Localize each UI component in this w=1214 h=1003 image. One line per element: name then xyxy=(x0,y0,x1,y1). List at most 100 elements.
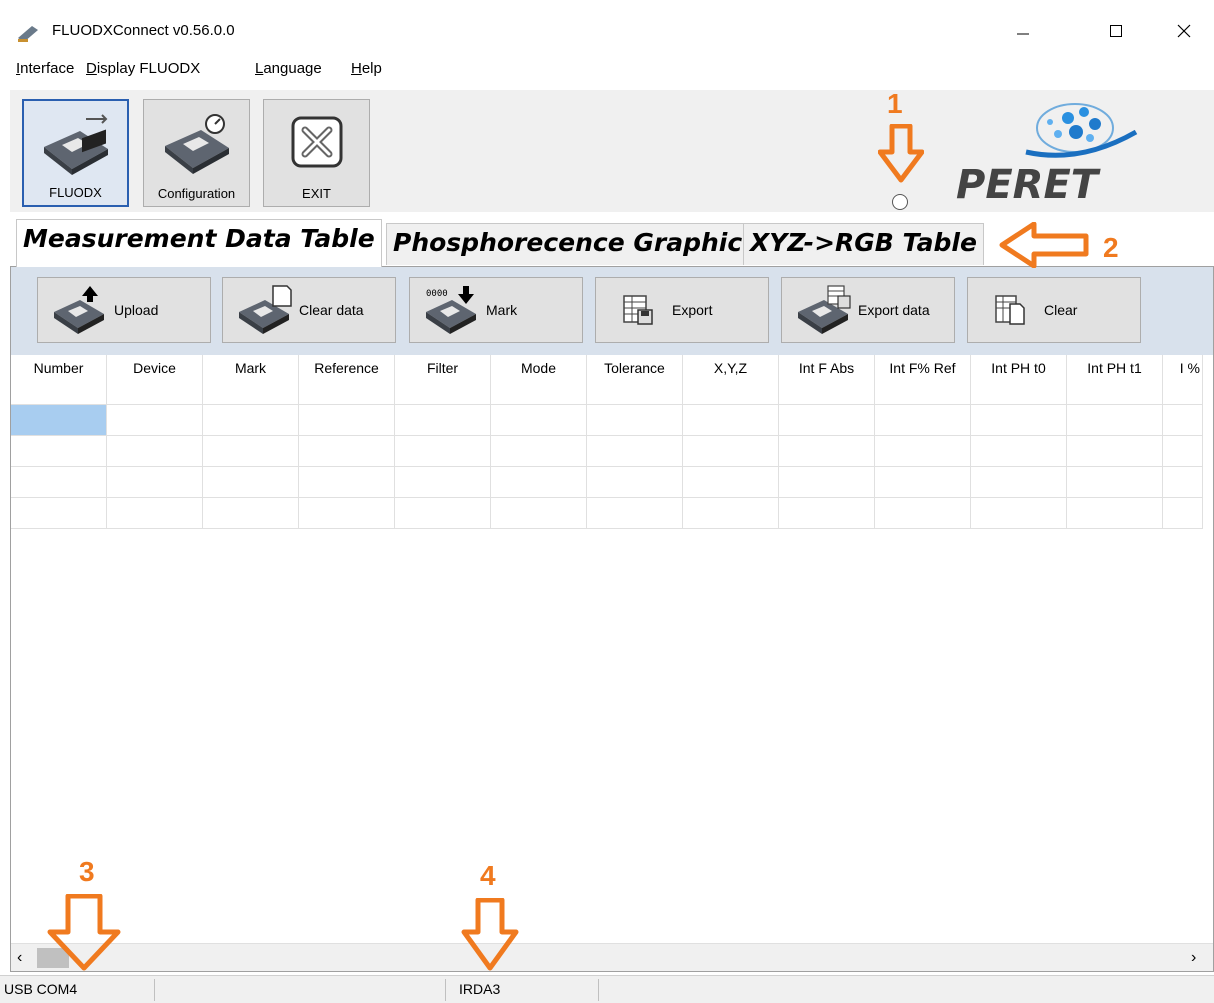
export-button[interactable]: Export xyxy=(595,277,769,343)
scroll-right-arrow-icon[interactable]: › xyxy=(1191,949,1207,967)
table-cell[interactable] xyxy=(299,498,395,529)
table-cell[interactable] xyxy=(779,436,875,467)
tab-xyz-rgb-table[interactable]: XYZ->RGB Table xyxy=(743,223,984,265)
table-cell[interactable] xyxy=(587,467,683,498)
table-cell[interactable] xyxy=(875,436,971,467)
table-cell[interactable] xyxy=(1067,498,1163,529)
table-cell[interactable] xyxy=(1163,436,1203,467)
table-cell[interactable] xyxy=(971,405,1067,436)
column-header-number[interactable]: Number xyxy=(11,355,107,405)
gauge-device-icon xyxy=(164,114,229,174)
table-cell[interactable] xyxy=(395,436,491,467)
table-cell[interactable] xyxy=(11,467,107,498)
table-cell[interactable] xyxy=(587,436,683,467)
fluodx-button[interactable]: FLUODX xyxy=(22,99,129,207)
table-cell[interactable] xyxy=(875,467,971,498)
table-cell[interactable] xyxy=(683,436,779,467)
table-cell[interactable] xyxy=(11,405,107,436)
table-cell[interactable] xyxy=(299,405,395,436)
export-data-button-label: Export data xyxy=(858,302,930,318)
table-cell[interactable] xyxy=(1067,405,1163,436)
table-cell[interactable] xyxy=(971,436,1067,467)
table-cell[interactable] xyxy=(491,498,587,529)
table-cell[interactable] xyxy=(107,467,203,498)
table-cell[interactable] xyxy=(971,498,1067,529)
table-cell[interactable] xyxy=(1067,467,1163,498)
close-button[interactable] xyxy=(1161,14,1207,48)
table-cell[interactable] xyxy=(1067,436,1163,467)
table-cell[interactable] xyxy=(875,405,971,436)
column-header-partial[interactable]: I % xyxy=(1163,355,1203,405)
table-cell[interactable] xyxy=(587,498,683,529)
table-cell[interactable] xyxy=(491,467,587,498)
table-cell[interactable] xyxy=(779,405,875,436)
table-cell[interactable] xyxy=(1163,467,1203,498)
measurement-data-grid[interactable]: Number Device Mark Reference Filter Mode… xyxy=(11,355,1213,943)
export-button-label: Export xyxy=(672,302,713,318)
table-cell[interactable] xyxy=(203,498,299,529)
column-header-int-f-abs[interactable]: Int F Abs xyxy=(779,355,875,405)
table-cell[interactable] xyxy=(299,436,395,467)
table-cell[interactable] xyxy=(203,436,299,467)
upload-device-icon xyxy=(48,282,112,338)
table-cell[interactable] xyxy=(203,405,299,436)
clear-button[interactable]: Clear xyxy=(967,277,1141,343)
table-cell[interactable] xyxy=(779,467,875,498)
table-row[interactable] xyxy=(11,405,1203,436)
status-separator xyxy=(598,979,599,1001)
table-cell[interactable] xyxy=(203,467,299,498)
column-header-filter[interactable]: Filter xyxy=(395,355,491,405)
table-cell[interactable] xyxy=(683,467,779,498)
upload-button[interactable]: Upload xyxy=(37,277,211,343)
table-cell[interactable] xyxy=(107,498,203,529)
scroll-left-arrow-icon[interactable]: ‹ xyxy=(17,949,33,967)
column-header-mark[interactable]: Mark xyxy=(203,355,299,405)
column-header-int-ph-t0[interactable]: Int PH t0 xyxy=(971,355,1067,405)
table-cell[interactable] xyxy=(299,467,395,498)
clear-data-button[interactable]: Clear data xyxy=(222,277,396,343)
annotation-number-1: 1 xyxy=(887,88,903,119)
table-cell[interactable] xyxy=(491,405,587,436)
table-cell[interactable] xyxy=(683,498,779,529)
table-cell[interactable] xyxy=(587,405,683,436)
table-cell[interactable] xyxy=(779,498,875,529)
menu-language[interactable]: Language xyxy=(255,60,322,77)
tab-measurement-data-table[interactable]: Measurement Data Table xyxy=(16,219,382,267)
menu-display-fluodx[interactable]: Display FLUODX xyxy=(86,60,200,77)
exit-button[interactable]: EXIT xyxy=(263,99,370,207)
table-cell[interactable] xyxy=(395,405,491,436)
table-cell[interactable] xyxy=(971,467,1067,498)
table-row[interactable] xyxy=(11,498,1203,529)
column-header-reference[interactable]: Reference xyxy=(299,355,395,405)
minimize-button[interactable] xyxy=(1000,14,1046,48)
column-header-int-ph-t1[interactable]: Int PH t1 xyxy=(1067,355,1163,405)
maximize-button[interactable] xyxy=(1093,14,1139,48)
annotation-arrow-down-icon xyxy=(461,898,519,971)
configuration-button[interactable]: Configuration xyxy=(143,99,250,207)
horizontal-scrollbar[interactable]: ‹ › xyxy=(11,943,1213,971)
tab-phosphorecence-graphic[interactable]: Phosphorecence Graphic xyxy=(386,223,750,265)
column-header-mode[interactable]: Mode xyxy=(491,355,587,405)
column-header-device[interactable]: Device xyxy=(107,355,203,405)
column-header-xyz[interactable]: X,Y,Z xyxy=(683,355,779,405)
table-cell[interactable] xyxy=(395,467,491,498)
table-cell[interactable] xyxy=(395,498,491,529)
column-header-int-f-ref[interactable]: Int F% Ref xyxy=(875,355,971,405)
table-row[interactable] xyxy=(11,467,1203,498)
export-data-button[interactable]: Export data xyxy=(781,277,955,343)
table-cell[interactable] xyxy=(683,405,779,436)
table-cell[interactable] xyxy=(1163,498,1203,529)
configuration-button-label: Configuration xyxy=(157,186,236,201)
table-cell[interactable] xyxy=(107,436,203,467)
menu-help[interactable]: Help xyxy=(351,60,382,77)
mark-button[interactable]: 0000 Mark xyxy=(409,277,583,343)
table-cell[interactable] xyxy=(11,498,107,529)
table-cell[interactable] xyxy=(491,436,587,467)
table-cell[interactable] xyxy=(875,498,971,529)
menu-interface[interactable]: Interface xyxy=(16,60,74,77)
column-header-tolerance[interactable]: Tolerance xyxy=(587,355,683,405)
table-cell[interactable] xyxy=(1163,405,1203,436)
table-row[interactable] xyxy=(11,436,1203,467)
table-cell[interactable] xyxy=(107,405,203,436)
table-cell[interactable] xyxy=(11,436,107,467)
